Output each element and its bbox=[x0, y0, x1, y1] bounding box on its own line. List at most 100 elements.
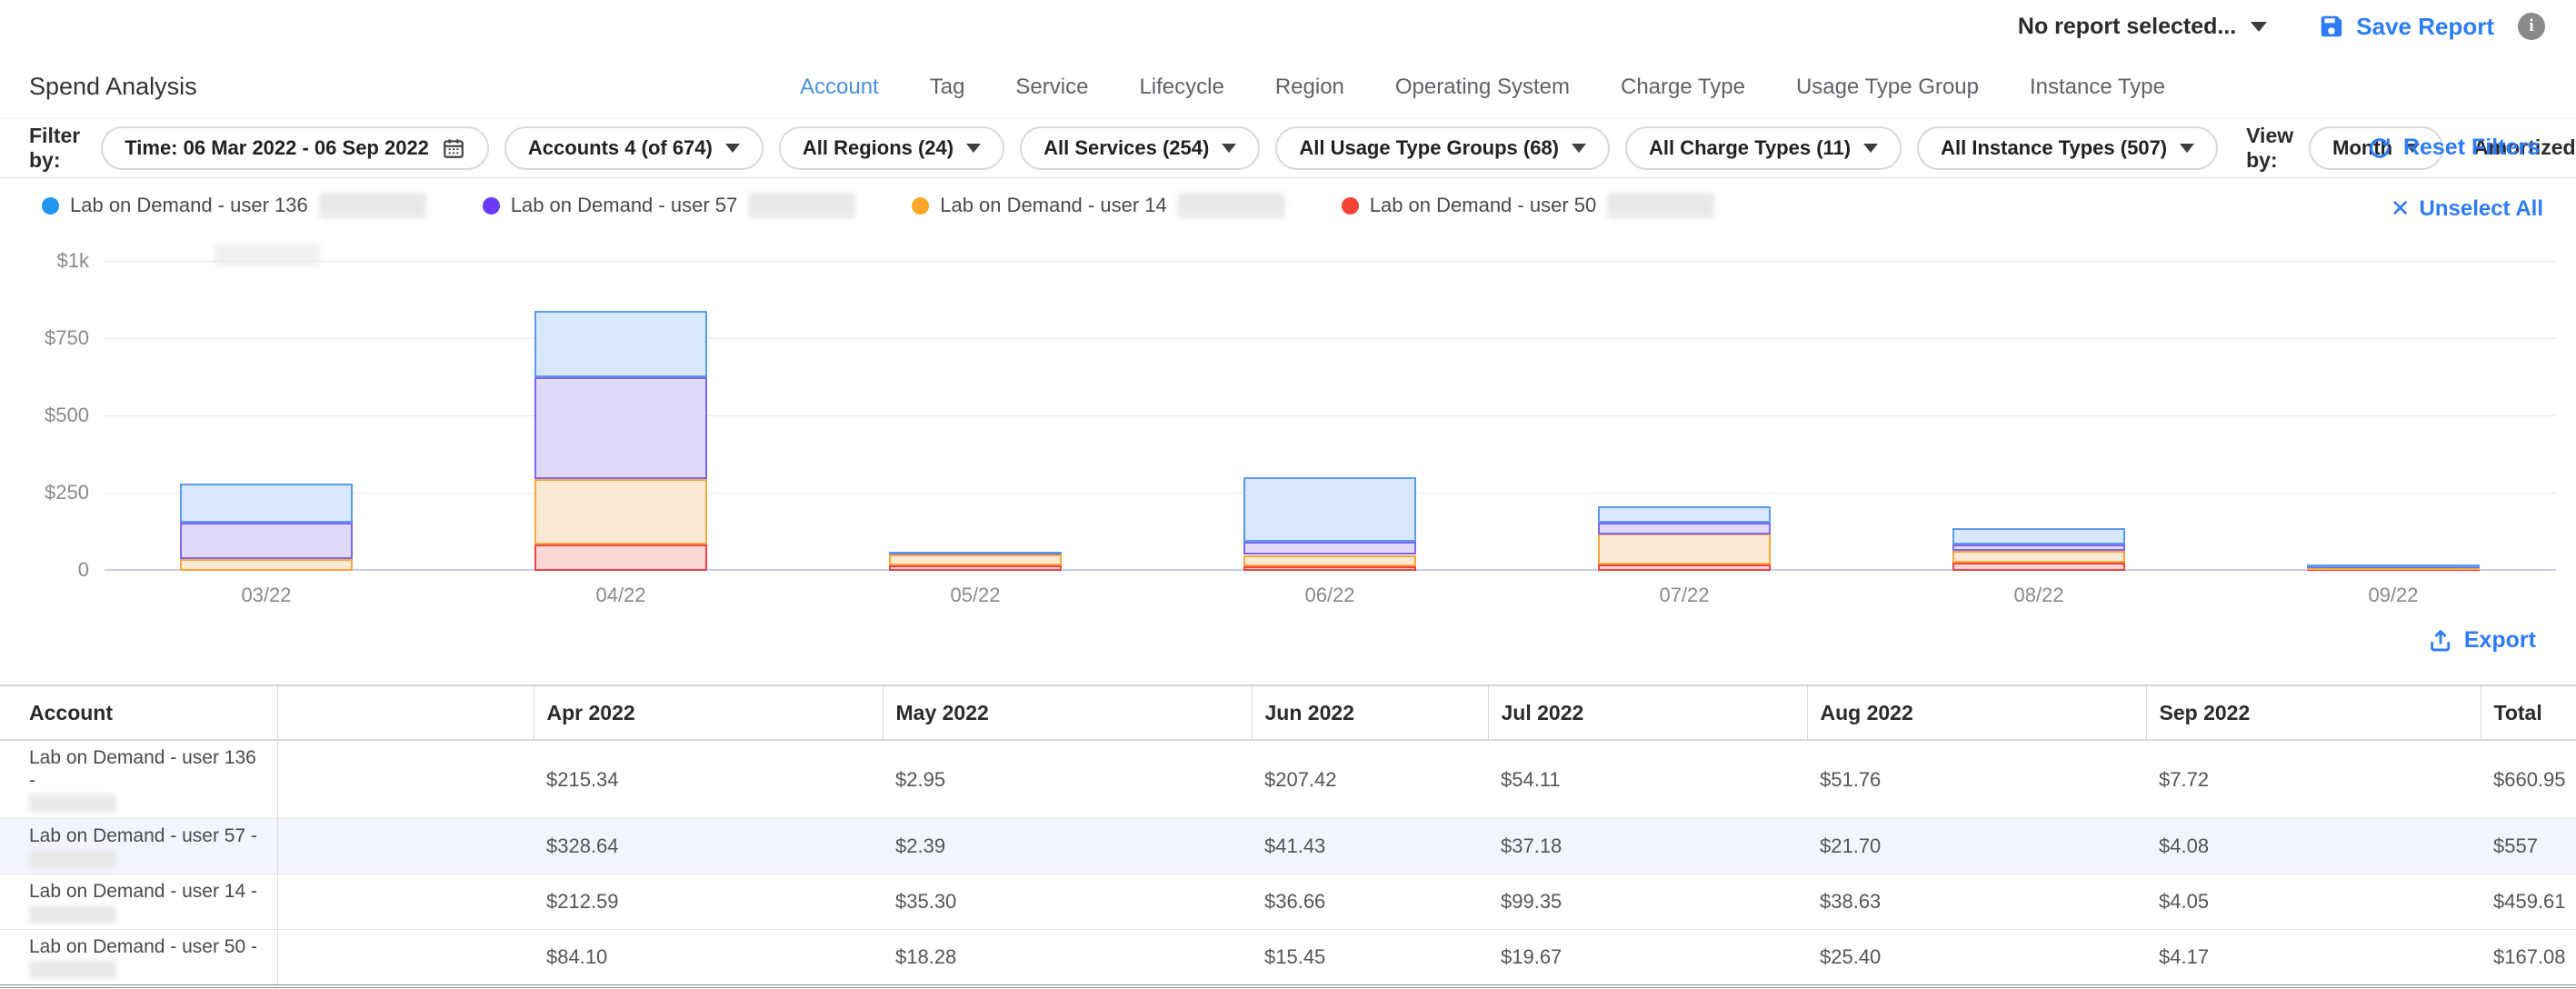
table-row[interactable]: Lab on Demand - user 50 -$84.10$18.28$15… bbox=[0, 930, 2576, 987]
bar-segment[interactable] bbox=[534, 377, 707, 479]
bar-segment[interactable] bbox=[1952, 528, 2125, 544]
filter-chip-all-instance-types-507-[interactable]: All Instance Types (507) bbox=[1917, 126, 2218, 170]
gridline-$500 bbox=[105, 415, 2556, 416]
value-cell: $4.05 bbox=[2146, 874, 2481, 930]
legend-color-dot bbox=[912, 197, 929, 215]
bar-segment[interactable] bbox=[180, 484, 353, 523]
bar-segment[interactable] bbox=[1243, 542, 1416, 554]
bar-segment[interactable] bbox=[889, 565, 1062, 571]
bar-segment[interactable] bbox=[1243, 477, 1416, 542]
x-tick-label: 05/22 bbox=[903, 584, 1048, 607]
value-cell: $25.40 bbox=[1807, 930, 2146, 987]
chevron-down-icon bbox=[2251, 22, 2267, 32]
bar-segment[interactable] bbox=[534, 311, 707, 377]
save-icon bbox=[2318, 13, 2345, 40]
filter-chip-all-charge-types-11-[interactable]: All Charge Types (11) bbox=[1625, 126, 1902, 170]
bar-segment[interactable] bbox=[1243, 566, 1416, 571]
filter-chip-all-usage-type-groups-68-[interactable]: All Usage Type Groups (68) bbox=[1275, 126, 1610, 170]
filter-chip-all-regions-24-[interactable]: All Regions (24) bbox=[779, 126, 1004, 170]
account-name: Lab on Demand - user 57 - bbox=[29, 824, 268, 847]
table-row[interactable]: Lab on Demand - user 57 -$328.64$2.39$41… bbox=[0, 819, 2576, 874]
chart-plot-area bbox=[105, 262, 2556, 571]
bar-segment[interactable] bbox=[1598, 523, 1771, 534]
tab-account[interactable]: Account bbox=[800, 75, 879, 100]
bar-segment[interactable] bbox=[1243, 555, 1416, 566]
bar-segment[interactable] bbox=[180, 523, 353, 559]
export-label: Export bbox=[2464, 627, 2536, 654]
bar-segment[interactable] bbox=[889, 552, 1062, 554]
legend-item-4[interactable]: Lab on Demand - user 50 bbox=[1342, 193, 1715, 218]
table-header-row: AccountApr 2022May 2022Jun 2022Jul 2022A… bbox=[0, 685, 2576, 740]
tab-operating-system[interactable]: Operating System bbox=[1395, 75, 1570, 100]
spacer-cell bbox=[277, 930, 534, 987]
save-report-button[interactable]: Save Report bbox=[2318, 13, 2494, 41]
bar-segment[interactable] bbox=[2307, 564, 2480, 567]
tab-region[interactable]: Region bbox=[1275, 75, 1344, 100]
tab-service[interactable]: Service bbox=[1015, 75, 1088, 100]
bar-segment[interactable] bbox=[1952, 563, 2125, 571]
bar-segment[interactable] bbox=[534, 544, 707, 571]
filter-chip-label: All Regions (24) bbox=[803, 136, 954, 160]
x-tick-label: 03/22 bbox=[194, 584, 339, 607]
export-button[interactable]: Export bbox=[2428, 627, 2536, 654]
legend-item-label: Lab on Demand - user 14 bbox=[940, 194, 1167, 217]
legend-color-dot bbox=[42, 197, 59, 215]
chart-legend: Lab on Demand - user 136 Lab on Demand - … bbox=[0, 178, 2576, 255]
legend-item-3[interactable]: Lab on Demand - user 14 bbox=[912, 193, 1285, 218]
value-cell: $19.67 bbox=[1488, 930, 1807, 987]
account-name: Lab on Demand - user 14 - bbox=[29, 880, 268, 903]
table-header-aug-2022: Aug 2022 bbox=[1807, 685, 2146, 740]
info-icon[interactable]: i bbox=[2518, 13, 2545, 40]
filter-by-label: Filter by: bbox=[29, 124, 80, 173]
reset-filters-label: Reset Filters bbox=[2403, 135, 2540, 161]
bar-segment[interactable] bbox=[1952, 551, 2125, 563]
caret-down-icon bbox=[2180, 144, 2194, 153]
account-cell: Lab on Demand - user 57 - bbox=[0, 819, 277, 874]
filter-chips: Time: 06 Mar 2022 - 06 Sep 2022 Accounts … bbox=[101, 126, 2218, 170]
close-icon: ✕ bbox=[2391, 195, 2411, 223]
value-cell: $4.17 bbox=[2146, 930, 2481, 987]
bar-segment[interactable] bbox=[1598, 564, 1771, 571]
value-cell: $38.63 bbox=[1807, 874, 2146, 930]
y-tick-label: $250 bbox=[0, 481, 89, 504]
table-row[interactable]: Lab on Demand - user 136 -$215.34$2.95$2… bbox=[0, 740, 2576, 819]
tab-usage-type-group[interactable]: Usage Type Group bbox=[1796, 75, 1979, 100]
legend-item-2[interactable]: Lab on Demand - user 57 bbox=[483, 193, 856, 218]
bar-segment[interactable] bbox=[1598, 506, 1771, 523]
tab-instance-type[interactable]: Instance Type bbox=[2030, 75, 2165, 100]
filter-chip-label: All Services (254) bbox=[1043, 136, 1209, 160]
legend-item-1[interactable]: Lab on Demand - user 136 bbox=[42, 193, 426, 218]
report-selector-dropdown[interactable]: No report selected... bbox=[2018, 14, 2267, 40]
tab-lifecycle[interactable]: Lifecycle bbox=[1139, 75, 1223, 100]
bar-segment[interactable] bbox=[180, 559, 353, 571]
bar-segment[interactable] bbox=[1598, 534, 1771, 564]
unselect-all-button[interactable]: ✕ Unselect All bbox=[2391, 195, 2543, 223]
value-cell: $51.76 bbox=[1807, 740, 2146, 819]
tab-tag[interactable]: Tag bbox=[930, 75, 965, 100]
refresh-icon bbox=[2367, 135, 2392, 161]
value-cell: $21.70 bbox=[1807, 819, 2146, 874]
filter-chip-label: All Charge Types (11) bbox=[1649, 136, 1851, 160]
value-cell: $328.64 bbox=[534, 819, 883, 874]
tab-charge-type[interactable]: Charge Type bbox=[1621, 75, 1745, 100]
table-row[interactable]: Lab on Demand - user 14 -$212.59$35.30$3… bbox=[0, 874, 2576, 930]
filter-chip-label: All Usage Type Groups (68) bbox=[1299, 136, 1559, 160]
gridline-$750 bbox=[105, 338, 2556, 339]
x-tick-label: 06/22 bbox=[1257, 584, 1403, 607]
filter-chip-all-services-254-[interactable]: All Services (254) bbox=[1020, 126, 1260, 170]
legend-item-label: Lab on Demand - user 136 bbox=[70, 194, 308, 217]
table-header-spacer bbox=[277, 685, 534, 740]
export-icon bbox=[2428, 628, 2453, 654]
bar-segment[interactable] bbox=[1952, 544, 2125, 551]
header-row: Spend Analysis AccountTagServiceLifecycl… bbox=[0, 53, 2576, 118]
reset-filters-button[interactable]: Reset Filters bbox=[2367, 135, 2540, 161]
filter-chip-accounts-4-of-674-[interactable]: Accounts 4 (of 674) bbox=[504, 126, 764, 170]
spend-table: AccountApr 2022May 2022Jun 2022Jul 2022A… bbox=[0, 684, 2576, 989]
filter-chip-time[interactable]: Time: 06 Mar 2022 - 06 Sep 2022 bbox=[101, 126, 489, 170]
bar-segment[interactable] bbox=[889, 554, 1062, 565]
value-cell: $35.30 bbox=[883, 874, 1252, 930]
table-header-may-2022: May 2022 bbox=[883, 685, 1252, 740]
y-tick-label: $1k bbox=[0, 249, 89, 273]
bar-segment[interactable] bbox=[534, 479, 707, 544]
spacer-cell bbox=[277, 874, 534, 930]
